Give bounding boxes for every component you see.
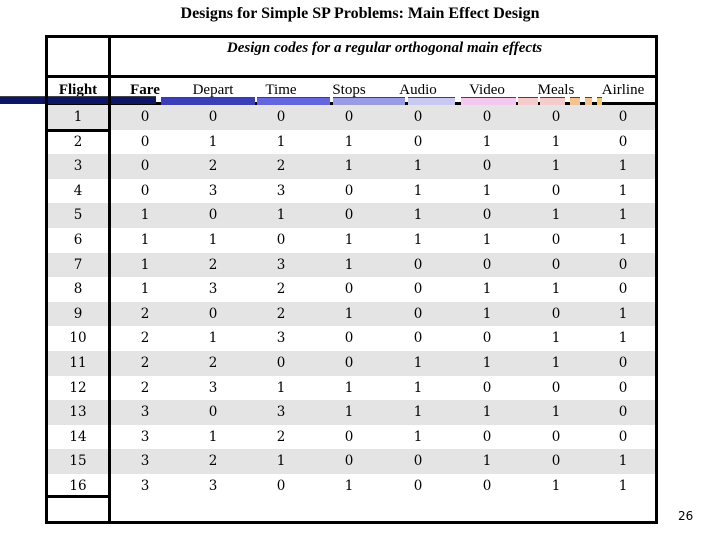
flight-cell-box-last (45, 495, 111, 524)
color-bar (257, 97, 330, 105)
slide-title: Designs for Simple SP Problems: Main Eff… (180, 5, 540, 22)
table-border (45, 35, 658, 524)
color-bar (461, 97, 516, 105)
caption-divider (45, 75, 658, 78)
color-bar (161, 97, 255, 105)
color-bar (111, 96, 156, 104)
color-bar (597, 97, 602, 105)
color-bar (518, 97, 538, 105)
color-bar (540, 97, 565, 105)
table-caption: Design codes for a regular orthogonal ma… (226, 40, 543, 56)
color-bar (585, 97, 592, 105)
color-bar (408, 97, 455, 105)
color-bar (333, 97, 405, 105)
color-bar (0, 96, 45, 104)
page-number: 26 (678, 509, 694, 523)
color-bar (570, 97, 580, 105)
color-bar (48, 96, 108, 104)
flight-cell-box-first (45, 102, 111, 132)
